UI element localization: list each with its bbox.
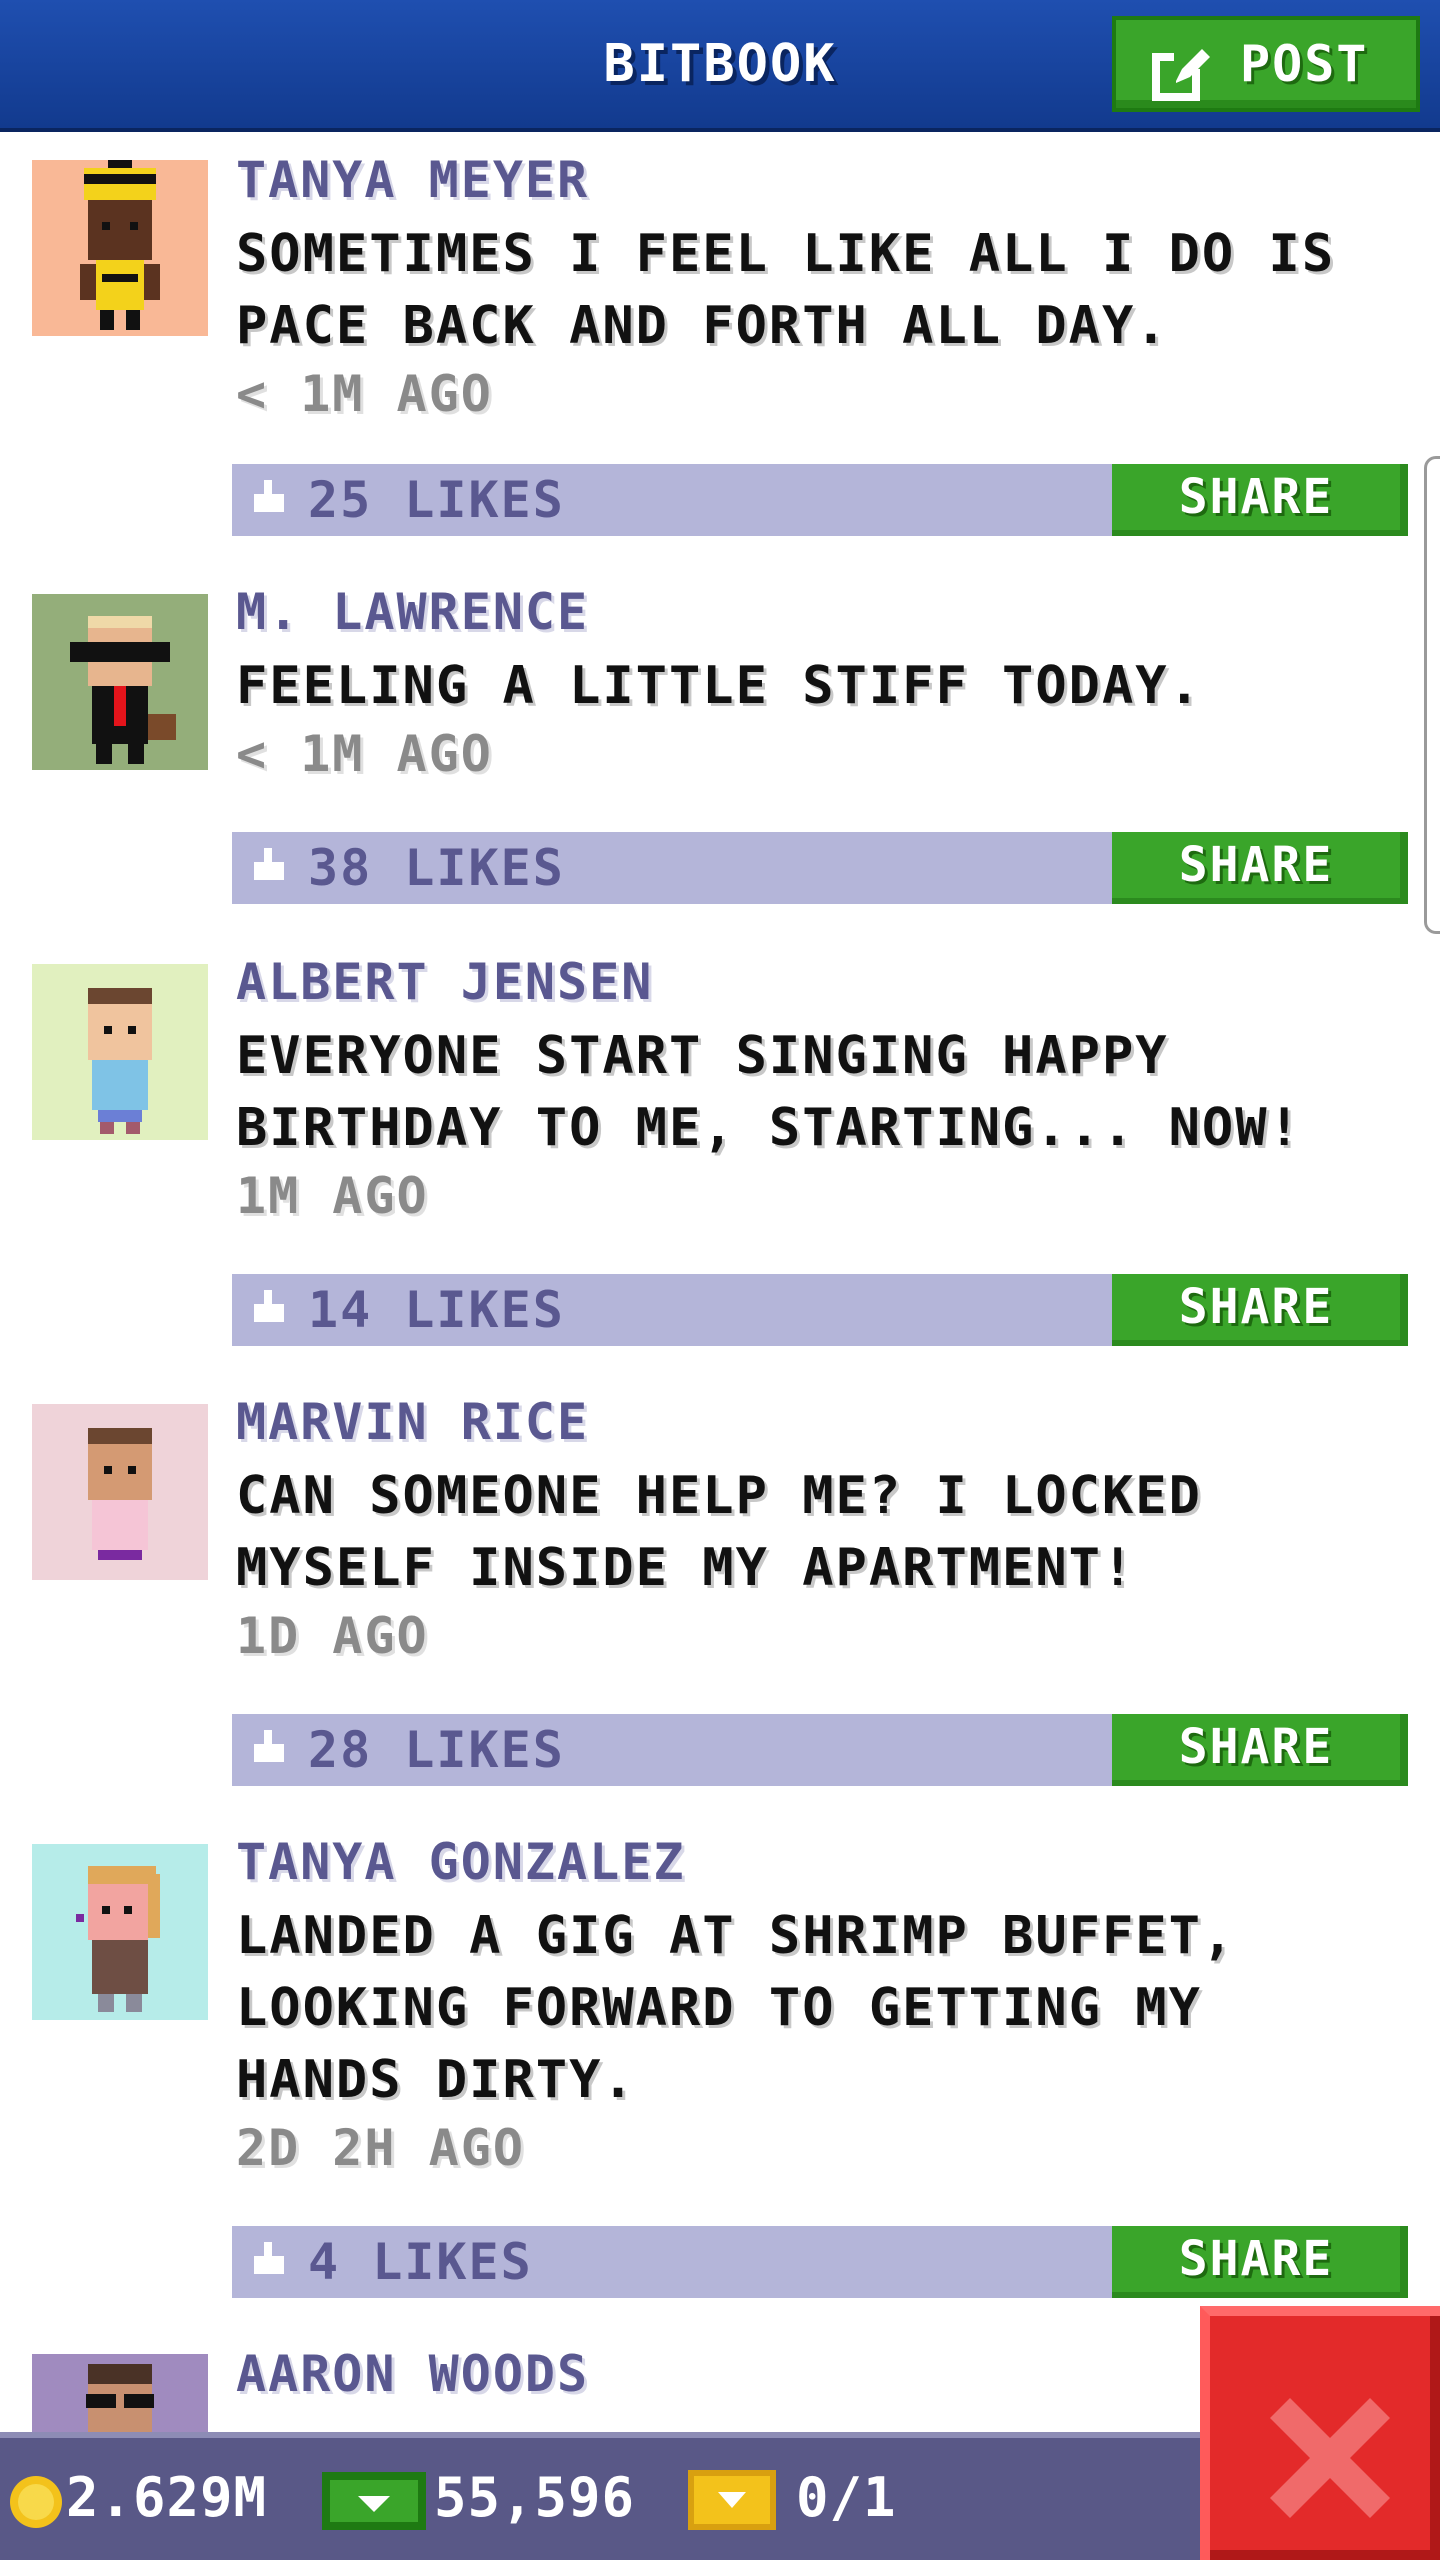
post-time: 1M AGO xyxy=(236,1167,429,1225)
share-button[interactable]: SHARE xyxy=(1112,832,1408,904)
bux-value: 55,596 xyxy=(434,2466,636,2529)
feed-post: TANYA MEYER SOMETIMES I FEEL LIKE ALL I … xyxy=(0,132,1440,572)
likes-count: 4 LIKES xyxy=(308,2233,533,2291)
coin-icon xyxy=(8,2474,64,2534)
share-button[interactable]: SHARE xyxy=(1112,1714,1408,1786)
post-time: 1D AGO xyxy=(236,1607,429,1665)
avatar xyxy=(32,1404,208,1580)
coins-value: 2.629M xyxy=(66,2466,268,2529)
likes-count: 28 LIKES xyxy=(308,1721,565,1779)
likes-count: 14 LIKES xyxy=(308,1281,565,1339)
post-time: < 1M AGO xyxy=(236,365,493,423)
likes-bar: 38 LIKES SHARE xyxy=(232,832,1408,904)
thumbs-up-icon[interactable] xyxy=(248,1284,292,1332)
post-message: EVERYONE START SINGING HAPPY BIRTHDAY TO… xyxy=(236,1026,1302,1158)
tickets-value: 0/1 xyxy=(796,2466,897,2529)
likes-bar: 25 LIKES SHARE xyxy=(232,464,1408,536)
likes-bar: 28 LIKES SHARE xyxy=(232,1714,1408,1786)
post-author[interactable]: TANYA GONZALEZ xyxy=(236,1830,685,1894)
avatar xyxy=(32,964,208,1140)
feed-post: TANYA GONZALEZ LANDED A GIG AT SHRIMP BU… xyxy=(0,1814,1440,2334)
likes-count: 38 LIKES xyxy=(308,839,565,897)
close-icon xyxy=(1270,2398,1390,2522)
side-scroll-handle[interactable] xyxy=(1424,456,1440,934)
likes-bar: 14 LIKES SHARE xyxy=(232,1274,1408,1346)
compose-icon xyxy=(1152,42,1212,130)
avatar xyxy=(32,1844,208,2020)
post-button[interactable]: POST xyxy=(1112,16,1420,112)
post-author[interactable]: M. LAWRENCE xyxy=(236,580,589,644)
post-message: FEELING A LITTLE STIFF TODAY. xyxy=(236,656,1202,716)
feed-post: MARVIN RICE CAN SOMEONE HELP ME? I LOCKE… xyxy=(0,1374,1440,1822)
feed-post: M. LAWRENCE FEELING A LITTLE STIFF TODAY… xyxy=(0,564,1440,942)
post-message: CAN SOMEONE HELP ME? I LOCKED MYSELF INS… xyxy=(236,1466,1202,1598)
thumbs-up-icon[interactable] xyxy=(248,842,292,890)
likes-count: 25 LIKES xyxy=(308,471,565,529)
post-author[interactable]: ALBERT JENSEN xyxy=(236,950,653,1014)
header-bar: BITBOOK POST xyxy=(0,0,1440,132)
thumbs-up-icon[interactable] xyxy=(248,2236,292,2284)
bux-icon xyxy=(322,2466,426,2538)
post-author[interactable]: AARON WOODS xyxy=(236,2342,589,2406)
post-feed[interactable]: TANYA MEYER SOMETIMES I FEEL LIKE ALL I … xyxy=(0,132,1440,2432)
close-button[interactable] xyxy=(1200,2306,1440,2560)
ticket-icon xyxy=(688,2470,776,2534)
avatar xyxy=(32,2354,208,2432)
post-time: 2D 2H AGO xyxy=(236,2119,525,2177)
likes-bar: 4 LIKES SHARE xyxy=(232,2226,1408,2298)
share-button[interactable]: SHARE xyxy=(1112,1274,1408,1346)
post-time: < 1M AGO xyxy=(236,725,493,783)
post-message: SOMETIMES I FEEL LIKE ALL I DO IS PACE B… xyxy=(236,224,1336,356)
post-message: LANDED A GIG AT SHRIMP BUFFET, LOOKING F… xyxy=(236,1906,1236,2110)
post-button-label: POST xyxy=(1240,35,1369,93)
avatar xyxy=(32,594,208,770)
feed-post: ALBERT JENSEN EVERYONE START SINGING HAP… xyxy=(0,934,1440,1382)
thumbs-up-icon[interactable] xyxy=(248,474,292,522)
share-button[interactable]: SHARE xyxy=(1112,464,1408,536)
post-author[interactable]: TANYA MEYER xyxy=(236,148,589,212)
share-button[interactable]: SHARE xyxy=(1112,2226,1408,2298)
avatar xyxy=(32,160,208,336)
post-author[interactable]: MARVIN RICE xyxy=(236,1390,589,1454)
thumbs-up-icon[interactable] xyxy=(248,1724,292,1772)
